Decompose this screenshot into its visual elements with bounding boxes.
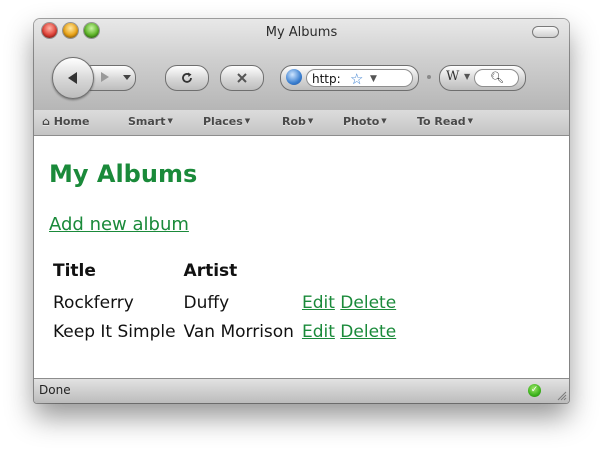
edit-album-link[interactable]: Edit (302, 293, 335, 313)
checkmark-icon: ✓ (528, 384, 541, 397)
delete-album-link[interactable]: Delete (340, 322, 396, 342)
search-engine-dropdown-icon[interactable]: ▼ (464, 72, 470, 81)
navigation-toolbar: http: ☆ ▼ W ▼ 🔍︎ (34, 53, 569, 101)
title-bar: My Albums (34, 19, 569, 53)
bookmark-star-icon[interactable]: ☆ (350, 70, 363, 88)
chevron-down-icon: ▼ (244, 117, 251, 125)
chevron-down-icon: ▼ (467, 117, 474, 125)
delete-album-link[interactable]: Delete (340, 293, 396, 313)
page-content: My Albums Add new album Title Artist Roc… (34, 136, 569, 378)
address-bar[interactable]: http: ☆ ▼ (280, 65, 419, 91)
reload-icon (182, 72, 192, 83)
window-title: My Albums (265, 25, 338, 40)
reload-button[interactable] (165, 65, 209, 91)
album-actions-cell: Edit Delete (298, 317, 400, 346)
url-dropdown-icon[interactable]: ▼ (370, 70, 377, 88)
toolbar-toggle-button[interactable] (532, 26, 559, 38)
status-text: Done (39, 383, 71, 397)
edit-album-link[interactable]: Edit (302, 322, 335, 342)
column-header-title: Title (53, 261, 96, 281)
bookmark-smart[interactable]: Smart ▼ (128, 115, 173, 128)
browser-chrome: My Albums http: ☆ ▼ W ▼ 🔍︎ (34, 19, 569, 111)
column-header-artist: Artist (183, 261, 238, 281)
wikipedia-icon[interactable]: W (446, 69, 459, 84)
bookmark-to-read[interactable]: To Read ▼ (417, 115, 473, 128)
album-actions-cell: Edit Delete (298, 288, 400, 317)
toolbar-separator (427, 75, 431, 79)
album-artist-cell: Van Morrison (183, 321, 294, 342)
table-row: Keep It Simple Van Morrison Edit Delete (49, 317, 400, 346)
bookmark-home[interactable]: ⌂ Home (42, 115, 89, 128)
chevron-down-icon: ▼ (307, 117, 314, 125)
chevron-down-icon: ▼ (167, 117, 173, 125)
table-row: Rockferry Duffy Edit Delete (49, 288, 400, 317)
back-arrow-icon (68, 72, 77, 84)
stop-icon (237, 73, 247, 83)
url-input[interactable]: http: ☆ ▼ (306, 69, 413, 88)
add-new-album-link[interactable]: Add new album (49, 214, 189, 235)
page-title: My Albums (49, 160, 198, 188)
bookmark-photo[interactable]: Photo ▼ (343, 115, 387, 128)
browser-window: My Albums http: ☆ ▼ W ▼ 🔍︎ ⌂ Home Smart … (34, 19, 569, 403)
bookmarks-bar: ⌂ Home Smart ▼ Places ▼ Rob ▼ Photo ▼ To Rea… (34, 110, 569, 136)
status-bar: Done ✓ (34, 378, 569, 403)
home-icon: ⌂ (42, 115, 50, 128)
album-artist-cell: Duffy (183, 292, 230, 313)
globe-icon (286, 69, 302, 85)
search-icon: 🔍︎ (490, 71, 504, 84)
search-bar[interactable]: W ▼ 🔍︎ (439, 65, 526, 91)
album-title-cell: Rockferry (53, 292, 134, 313)
album-title-cell: Keep It Simple (53, 321, 176, 342)
albums-table: Title Artist Rockferry Duffy Edit Delete… (49, 254, 400, 346)
stop-button[interactable] (220, 65, 264, 91)
table-header-row: Title Artist (49, 254, 400, 288)
resize-grip-icon[interactable] (555, 389, 567, 401)
url-text: http: (312, 72, 341, 86)
bookmark-places[interactable]: Places ▼ (203, 115, 250, 128)
history-dropdown-icon[interactable] (123, 73, 131, 81)
forward-arrow-icon (101, 72, 109, 82)
back-button[interactable] (52, 57, 94, 99)
chevron-down-icon: ▼ (381, 117, 387, 125)
bookmark-rob[interactable]: Rob ▼ (282, 115, 313, 128)
search-input[interactable]: 🔍︎ (474, 69, 519, 87)
column-header-actions (298, 254, 400, 288)
